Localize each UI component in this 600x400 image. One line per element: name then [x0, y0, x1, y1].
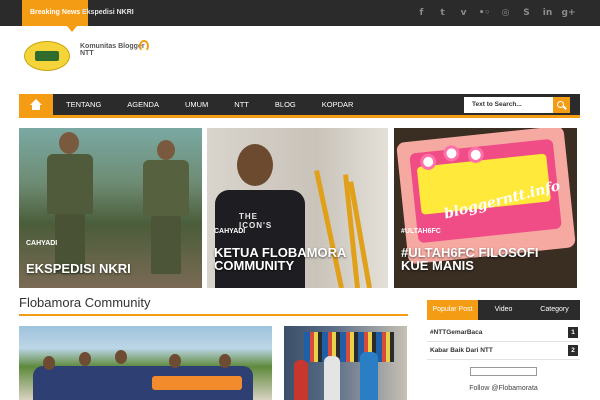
twitter-icon[interactable]: t: [437, 8, 448, 19]
tab-video[interactable]: Video: [478, 300, 529, 320]
featured-card-3[interactable]: bloggerntt.info #ULTAH6FC #ULTAH6FC FILO…: [394, 128, 577, 288]
linkedin-icon[interactable]: in: [542, 8, 553, 19]
skype-icon[interactable]: S: [521, 8, 532, 19]
home-icon: [30, 98, 42, 110]
home-button[interactable]: [19, 94, 53, 115]
vimeo-icon[interactable]: v: [458, 8, 469, 19]
list-item[interactable]: #NTTGemarBaca 1: [427, 324, 580, 342]
featured-card-1[interactable]: CAHYADI EKSPEDISI NKRI: [19, 128, 202, 288]
breaking-news-label: Breaking News: [22, 0, 89, 32]
featured-category[interactable]: CAHYADI: [26, 240, 57, 247]
search-input[interactable]: [464, 97, 553, 113]
nav-menu: TENTANG AGENDA UMUM NTT BLOG KOPDAR: [53, 94, 366, 115]
google-plus-icon[interactable]: g+: [562, 8, 576, 19]
logo-badge-icon: [24, 41, 70, 71]
post-thumbnail-group-photo[interactable]: [19, 326, 272, 400]
featured-title[interactable]: EKSPEDISI NKRI: [26, 262, 131, 275]
tab-category[interactable]: Category: [529, 300, 580, 320]
nav-item-agenda[interactable]: AGENDA: [114, 94, 172, 115]
main-nav: TENTANG AGENDA UMUM NTT BLOG KOPDAR: [19, 94, 580, 118]
rank-badge: 2: [568, 345, 578, 356]
top-bar: Breaking News Ekspedisi NKRI f t v •◦ ◎ …: [0, 0, 600, 32]
logo-swirl-icon: [139, 40, 149, 52]
follow-widget-box[interactable]: [470, 367, 537, 376]
section-underline: [19, 314, 408, 316]
photo-cake: bloggerntt.info: [396, 128, 576, 265]
featured-card-2[interactable]: THE ICON'S CAHYADI KETUA FLOBAMORA COMMU…: [207, 128, 388, 288]
sidebar-tabs: Popular Post Video Category: [427, 300, 580, 320]
nav-item-tentang[interactable]: TENTANG: [53, 94, 114, 115]
featured-category[interactable]: #ULTAH6FC: [401, 228, 441, 235]
follow-link[interactable]: Follow @Flobamorata: [427, 385, 580, 392]
nav-item-umum[interactable]: UMUM: [172, 94, 221, 115]
search-button[interactable]: [553, 97, 570, 113]
dribbble-icon[interactable]: ◎: [500, 8, 511, 19]
nav-item-blog[interactable]: BLOG: [262, 94, 309, 115]
popular-post-list: #NTTGemarBaca 1 Kabar Baik Dari NTT 2: [427, 324, 580, 360]
tab-popular-post[interactable]: Popular Post: [427, 300, 478, 320]
list-item-label: Kabar Baik Dari NTT: [430, 347, 493, 354]
search-icon: [557, 100, 564, 108]
nav-item-ntt[interactable]: NTT: [221, 94, 262, 115]
news-ticker-link[interactable]: Ekspedisi NKRI: [82, 0, 134, 25]
social-links: f t v •◦ ◎ S in g+: [416, 0, 576, 26]
rank-badge: 1: [568, 327, 578, 338]
featured-title[interactable]: KETUA FLOBAMORA COMMUNITY: [214, 246, 364, 272]
featured-title[interactable]: #ULTAH6FC FILOSOFI KUE MANIS: [401, 246, 561, 272]
list-item[interactable]: Kabar Baik Dari NTT 2: [427, 342, 580, 360]
section-title: Flobamora Community: [19, 295, 151, 310]
list-item-label: #NTTGemarBaca: [430, 329, 483, 336]
facebook-icon[interactable]: f: [416, 8, 427, 19]
featured-category[interactable]: CAHYADI: [214, 228, 245, 235]
post-thumbnail-library[interactable]: [284, 326, 407, 400]
flickr-icon[interactable]: •◦: [479, 8, 491, 19]
nav-item-kopdar[interactable]: KOPDAR: [309, 94, 367, 115]
site-logo[interactable]: Komunitas Blogger NTT: [22, 38, 152, 74]
